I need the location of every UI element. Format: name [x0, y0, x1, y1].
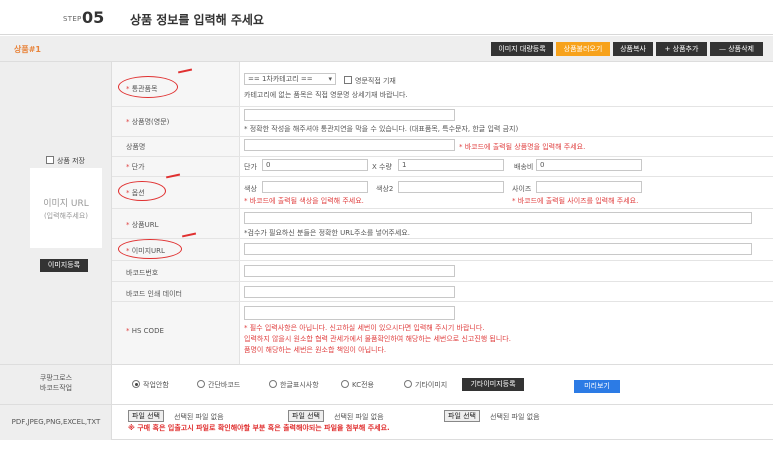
row-divider	[112, 106, 773, 107]
hscode-note: 입력하지 않을시 원소합 협력 관세가에서 물품확인하여 해당하는 세번으로 신…	[244, 335, 511, 343]
copy-product-button[interactable]: 상품복사	[613, 42, 653, 56]
color-label: 색상	[244, 185, 257, 193]
step-number: 05	[82, 8, 105, 27]
size-label: 사이즈	[512, 185, 532, 193]
step-header: STEP 05 상품 정보를 입력해 주세요	[0, 0, 773, 36]
direct-entry-checkbox[interactable]: 영문직접 기재	[344, 76, 396, 86]
url-label: * 상품URL	[126, 221, 159, 229]
page-title: 상품 정보를 입력해 주세요	[130, 13, 264, 27]
hscode-note: * 필수 입력사항은 아닙니다. 신고하실 세번이 있으시다면 입력해 주시기 …	[244, 324, 485, 332]
shipping-input[interactable]	[536, 159, 642, 171]
file-types-label: PDF,JPEG,PNG,EXCEL,TXT	[11, 418, 101, 426]
annotation-circle	[118, 76, 178, 98]
radio-etc-image[interactable]: 기타이미지	[404, 380, 447, 390]
step-label: STEP	[63, 15, 82, 23]
file-choose-button[interactable]: 파일 선택	[288, 410, 324, 422]
radio-simple-barcode[interactable]: 간단바코드	[197, 380, 240, 390]
row-divider	[112, 260, 773, 261]
row-divider	[112, 281, 773, 282]
customs-note: 카테고리에 없는 품목은 직접 영문명 상세기재 바랍니다.	[244, 91, 408, 99]
etc-image-register-button[interactable]: 기타이미지등록	[462, 378, 524, 391]
save-product-label: 상품 저장	[57, 157, 85, 165]
size-input[interactable]	[536, 181, 642, 193]
row-divider	[112, 238, 773, 239]
row-divider	[112, 208, 773, 209]
chevron-down-icon: ▾	[328, 75, 332, 83]
coupang-barcode-row: 쿠팡그로스 바코드작업 작업안함 간단바코드 한글표시사항 KC전용 기타이미지…	[0, 364, 773, 405]
image-bulk-button[interactable]: 이미지 대량등록	[491, 42, 553, 56]
barcode-label: 바코드번호	[126, 269, 159, 277]
checkbox-icon[interactable]	[344, 76, 352, 84]
hscode-input[interactable]	[244, 306, 455, 320]
name-en-label: * 상품명(영문)	[126, 118, 170, 126]
url-note: *검수가 필요하신 분들은 정확한 URL주소를 넣어주세요.	[244, 229, 410, 237]
save-product-checkbox[interactable]: 상품 저장	[46, 156, 85, 166]
image-url-hint: (입력해주세요)	[43, 212, 89, 220]
hscode-note: 품명이 해당하는 세번은 원소합 책임이 아닙니다.	[244, 346, 387, 354]
url-input[interactable]	[244, 212, 752, 224]
coupang-label: 쿠팡그로스 바코드작업	[39, 374, 73, 392]
barcode-print-label: 바코드 인쇄 데이터	[126, 290, 182, 298]
image-url-placeholder: 이미지 URL	[43, 199, 89, 209]
file-status: 선택된 파일 없음	[334, 413, 384, 421]
color-note: * 바코드에 출력될 색상을 입력해 주세요.	[244, 197, 364, 205]
radio-icon[interactable]	[197, 380, 205, 388]
file-types-cell: PDF,JPEG,PNG,EXCEL,TXT	[0, 405, 112, 440]
coupang-label-cell: 쿠팡그로스 바코드작업	[0, 365, 112, 405]
name-note: * 바코드에 출력될 상품명을 입력해 주세요.	[459, 143, 586, 151]
barcode-print-input[interactable]	[244, 286, 455, 298]
radio-no-work[interactable]: 작업안함	[132, 380, 169, 390]
radio-kc-only[interactable]: KC전용	[341, 380, 374, 390]
checkbox-icon[interactable]	[46, 156, 54, 164]
color2-label: 색상2	[376, 185, 394, 193]
category-select[interactable]: == 1차카테고리 == ▾	[244, 73, 336, 85]
file-choose-button[interactable]: 파일 선택	[128, 410, 164, 422]
name-label: 상품명	[126, 143, 146, 151]
color-input[interactable]	[262, 181, 368, 193]
radio-korean-label[interactable]: 한글표시사항	[269, 380, 319, 390]
quantity-label: X 수량	[372, 163, 392, 171]
radio-icon[interactable]	[341, 380, 349, 388]
shipping-label: 배송비	[514, 163, 534, 171]
name-en-note: * 정확한 작성을 해주셔야 통관지연을 막을 수 있습니다. (대표품목, 특…	[244, 125, 519, 133]
row-divider	[112, 136, 773, 137]
image-url-input[interactable]	[244, 243, 752, 255]
file-status: 선택된 파일 없음	[490, 413, 540, 421]
unit-price-label: 단가	[244, 163, 257, 171]
unit-price-input[interactable]	[262, 159, 368, 171]
add-product-button[interactable]: + 상품추가	[656, 42, 707, 56]
price-label: * 단가	[126, 163, 145, 171]
hscode-label: * HS CODE	[126, 327, 164, 335]
category-select-value: == 1차카테고리 ==	[248, 75, 313, 83]
row-divider	[112, 156, 773, 157]
radio-icon[interactable]	[132, 380, 140, 388]
barcode-input[interactable]	[244, 265, 455, 277]
image-register-button[interactable]: 이미지등록	[40, 259, 88, 272]
annotation-circle	[118, 239, 182, 259]
load-product-button[interactable]: 상품불러오기	[556, 42, 610, 56]
radio-icon[interactable]	[404, 380, 412, 388]
product-title: 상품#1	[14, 45, 41, 54]
preview-button[interactable]: 미리보기	[574, 380, 620, 393]
name-input[interactable]	[244, 139, 455, 151]
annotation-circle	[118, 181, 166, 201]
row-divider	[112, 301, 773, 302]
quantity-input[interactable]	[398, 159, 504, 171]
divider	[0, 34, 773, 35]
name-en-input[interactable]	[244, 109, 455, 121]
product-bar: 상품#1 이미지 대량등록 상품불러오기 상품복사 + 상품추가 — 상품삭제	[0, 36, 773, 62]
color2-input[interactable]	[398, 181, 504, 193]
radio-icon[interactable]	[269, 380, 277, 388]
file-choose-button[interactable]: 파일 선택	[444, 410, 480, 422]
direct-entry-label: 영문직접 기재	[355, 77, 396, 85]
file-warning: ※ 구매 혹은 입출고시 파일로 확인해야할 부분 혹은 출력해야되는 파일을 …	[128, 424, 390, 432]
image-preview-box: 이미지 URL (입력해주세요)	[30, 168, 102, 248]
row-divider	[112, 176, 773, 177]
file-upload-row: PDF,JPEG,PNG,EXCEL,TXT 파일 선택 선택된 파일 없음 파…	[0, 404, 773, 440]
field-label-column	[112, 62, 240, 364]
delete-product-button[interactable]: — 상품삭제	[710, 42, 763, 56]
file-status: 선택된 파일 없음	[174, 413, 224, 421]
size-note: * 바코드에 출력될 사이즈를 입력해 주세요.	[512, 197, 639, 205]
